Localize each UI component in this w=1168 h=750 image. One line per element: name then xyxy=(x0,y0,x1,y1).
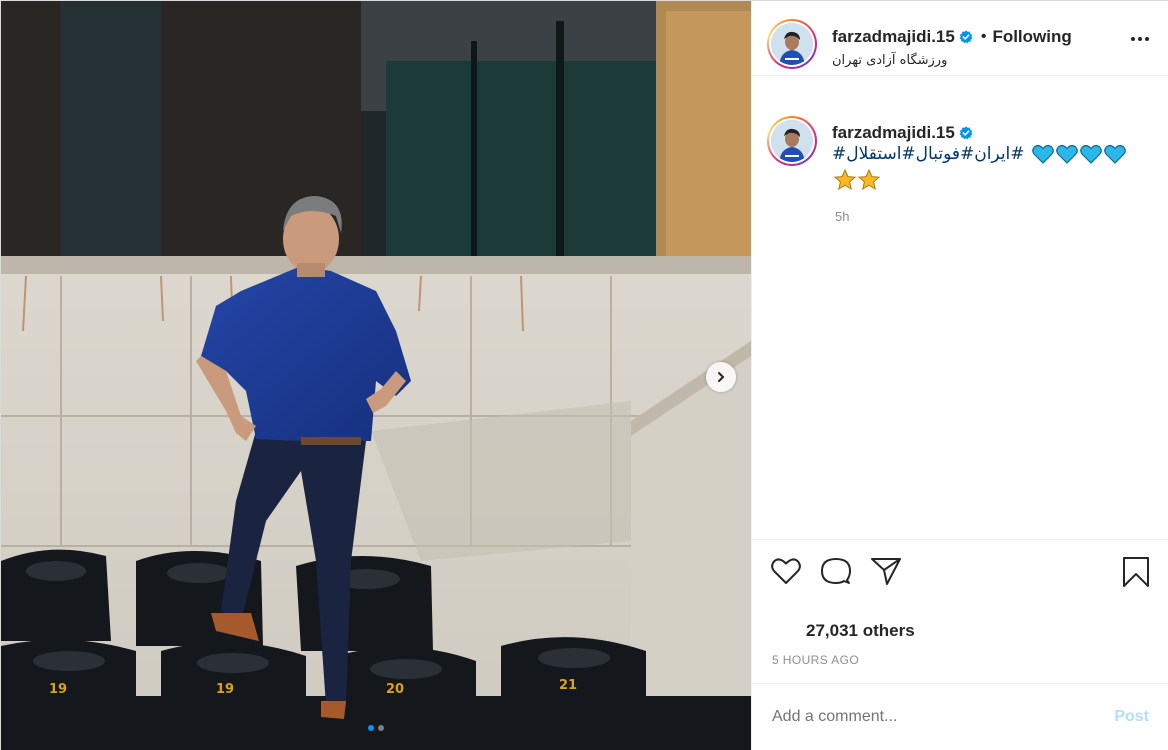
seat-number: 19 xyxy=(216,682,234,697)
carousel-dot xyxy=(378,725,384,731)
blue-heart-icon xyxy=(1032,144,1054,164)
comment-section: Post xyxy=(752,683,1168,750)
share-icon[interactable] xyxy=(870,556,902,586)
seat-number: 19 xyxy=(49,682,67,697)
caption-timestamp[interactable]: 5h xyxy=(835,209,849,224)
seat-number: 21 xyxy=(559,678,577,693)
heart-icon[interactable] xyxy=(770,556,802,586)
carousel-indicator xyxy=(1,725,751,731)
chevron-right-icon xyxy=(718,372,725,382)
blue-heart-icon xyxy=(1080,144,1102,164)
bookmark-icon[interactable] xyxy=(1122,556,1150,588)
post-comment-button[interactable]: Post xyxy=(1114,708,1149,726)
action-bar xyxy=(752,539,1168,601)
post-location[interactable]: ورزشگاه آزادی تهران xyxy=(832,53,947,68)
verified-badge-icon xyxy=(959,30,973,44)
star-icon xyxy=(834,169,856,191)
post-photo[interactable]: 19 19 20 21 xyxy=(1,1,751,750)
post-modal: 19 19 20 21 farzadmajidi.15 • Following … xyxy=(0,0,1168,750)
verified-badge-icon xyxy=(959,126,973,140)
post-header: farzadmajidi.15 • Following ورزشگاه آزاد… xyxy=(752,1,1168,76)
heart-emojis xyxy=(1032,144,1126,164)
avatar-image xyxy=(771,23,813,65)
post-details-panel: farzadmajidi.15 • Following ورزشگاه آزاد… xyxy=(751,1,1168,750)
posted-timestamp: 5 HOURS AGO xyxy=(772,653,860,667)
caption-username[interactable]: farzadmajidi.15 xyxy=(832,123,955,143)
avatar-image xyxy=(771,120,813,162)
author-avatar[interactable] xyxy=(767,19,817,69)
seat-number: 20 xyxy=(386,682,404,697)
star-emojis xyxy=(834,169,880,191)
star-icon xyxy=(858,169,880,191)
blue-heart-icon xyxy=(1056,144,1078,164)
following-button[interactable]: Following xyxy=(992,27,1071,47)
caption-text: #ایران#فوتبال#استقلال# xyxy=(832,144,1126,164)
blue-heart-icon xyxy=(1104,144,1126,164)
likes-count[interactable]: 27,031 others xyxy=(806,621,915,641)
caption-author-avatar[interactable] xyxy=(767,116,817,166)
comment-input[interactable] xyxy=(772,708,1092,726)
carousel-dot xyxy=(368,725,374,731)
caption-hashtags[interactable]: #ایران#فوتبال#استقلال# xyxy=(832,144,1025,164)
comment-icon[interactable] xyxy=(820,556,852,586)
separator-dot: • xyxy=(980,28,987,45)
more-options-icon[interactable] xyxy=(1131,37,1149,41)
stadium-photo: 19 19 20 21 xyxy=(1,1,751,750)
author-username[interactable]: farzadmajidi.15 xyxy=(832,27,955,47)
next-photo-button[interactable] xyxy=(706,362,736,392)
